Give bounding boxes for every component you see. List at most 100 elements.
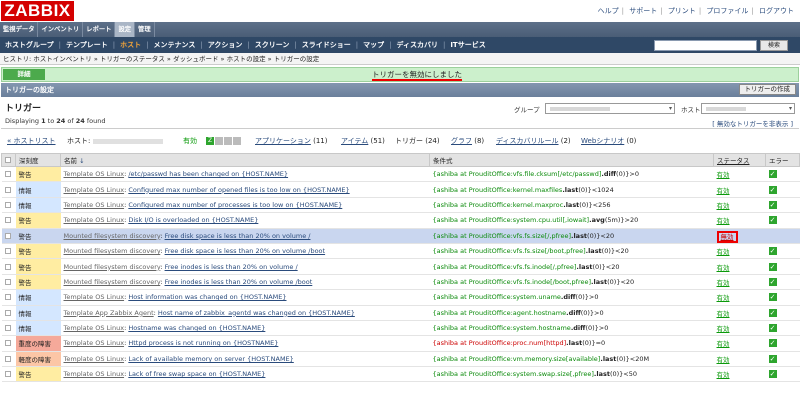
trigger-name-link[interactable]: Free disk space is less than 20% on volu… (165, 247, 326, 255)
template-link[interactable]: Template OS Linux (64, 201, 125, 209)
web-scenarios-link[interactable]: Webシナリオ (581, 137, 624, 145)
expression-item[interactable]: {ashiba at ProuditOffice:vfs.fs.size[/bo… (433, 247, 586, 255)
row-checkbox[interactable] (1, 335, 16, 352)
expression-item[interactable]: {ashiba at ProuditOffice:vm.memory.size[… (433, 355, 601, 363)
print-link[interactable]: プリント (668, 7, 696, 15)
submenu-maintenance[interactable]: メンテナンス (148, 37, 200, 53)
submenu-discovery[interactable]: ディスカバリ (391, 37, 443, 53)
status-toggle[interactable]: 有効 (717, 340, 730, 348)
trigger-name-link[interactable]: Configured max number of opened files is… (128, 186, 349, 194)
submenu-slides[interactable]: スライドショー (297, 37, 356, 53)
row-checkbox[interactable] (1, 274, 16, 291)
trigger-name-link[interactable]: Free inodes is less than 20% on volume /… (165, 278, 313, 286)
expression-item[interactable]: {ashiba at ProuditOffice:vfs.fs.inode[/,… (433, 263, 577, 271)
name-header[interactable]: 名前 ↓ (60, 153, 430, 167)
host-select[interactable]: ▾ (701, 103, 795, 114)
row-checkbox[interactable] (1, 351, 16, 368)
row-checkbox[interactable] (1, 181, 16, 198)
applications-link[interactable]: アプリケーション (255, 137, 311, 145)
template-link[interactable]: Template OS Linux (64, 293, 125, 301)
search-button[interactable]: 検索 (760, 40, 788, 51)
template-link[interactable]: Template OS Linux (64, 216, 125, 224)
trigger-name-link[interactable]: Host name of zabbix_agentd was changed o… (158, 309, 355, 317)
status-toggle[interactable]: 有効 (717, 279, 730, 287)
trigger-name-link[interactable]: Free disk space is less than 20% on volu… (165, 232, 311, 240)
group-select[interactable]: ▾ (545, 103, 675, 114)
trigger-name-link[interactable]: Hostname was changed on {HOST.NAME} (128, 324, 265, 332)
hide-disabled-triggers-link[interactable]: [ 無効なトリガーを非表示 ] (712, 118, 793, 128)
template-link[interactable]: Mounted filesystem discovery (64, 278, 161, 286)
graphs-link[interactable]: グラフ (451, 137, 472, 145)
menu-monitoring[interactable]: 監視データ (0, 22, 39, 37)
status-toggle[interactable]: 有効 (717, 294, 730, 302)
status-toggle[interactable]: 有効 (717, 187, 730, 195)
template-link[interactable]: Template OS Linux (64, 324, 125, 332)
template-link[interactable]: Template OS Linux (64, 355, 125, 363)
row-checkbox[interactable] (1, 243, 16, 260)
template-link[interactable]: Mounted filesystem discovery (64, 247, 161, 255)
status-toggle[interactable]: 有効 (717, 356, 730, 364)
zabbix-logo[interactable]: ZABBIX (1, 1, 74, 21)
trigger-name-link[interactable]: Configured max number of processes is to… (128, 201, 342, 209)
submenu-hosts[interactable]: ホスト (115, 37, 146, 53)
row-checkbox[interactable] (1, 166, 16, 183)
select-all-checkbox[interactable] (1, 153, 16, 167)
expression-item[interactable]: {ashiba at ProuditOffice:vfs.fs.size[/,p… (433, 232, 571, 240)
expression-item[interactable]: {ashiba at ProuditOffice:kernel.maxproc (433, 201, 564, 209)
submenu-screens[interactable]: スクリーン (250, 37, 295, 53)
expression-item[interactable]: {ashiba at ProuditOffice:system.hostname (433, 324, 571, 332)
template-link[interactable]: Template OS Linux (64, 170, 125, 178)
expression-item[interactable]: {ashiba at ProuditOffice:system.swap.siz… (433, 370, 594, 378)
expression-item[interactable]: {ashiba at ProuditOffice:proc.num[httpd] (433, 339, 567, 347)
template-link[interactable]: Template OS Linux (64, 339, 125, 347)
template-link[interactable]: Mounted filesystem discovery (64, 263, 161, 271)
expression-item[interactable]: {ashiba at ProuditOffice:vfs.file.cksum[… (433, 170, 602, 178)
status-toggle[interactable]: 有効 (717, 264, 730, 272)
submenu-actions[interactable]: アクション (203, 37, 248, 53)
status-toggle[interactable]: 無効 (716, 230, 738, 243)
row-checkbox[interactable] (1, 305, 16, 321)
trigger-name-link[interactable]: Lack of free swap space on {HOST.NAME} (128, 370, 265, 378)
row-checkbox[interactable] (1, 366, 16, 383)
support-link[interactable]: サポート (629, 7, 657, 15)
trigger-name-link[interactable]: Httpd process is not running on {HOSTNAM… (128, 339, 278, 347)
trigger-name-link[interactable]: Lack of available memory on server {HOST… (128, 355, 293, 363)
expression-item[interactable]: {ashiba at ProuditOffice:agent.hostname (433, 309, 567, 317)
row-checkbox[interactable] (1, 212, 16, 229)
row-checkbox[interactable] (1, 320, 16, 337)
submenu-host-groups[interactable]: ホストグループ (0, 37, 59, 53)
status-toggle[interactable]: 有効 (717, 217, 730, 225)
menu-configuration[interactable]: 設定 (115, 22, 136, 37)
row-checkbox[interactable] (1, 289, 16, 306)
template-link[interactable]: Mounted filesystem discovery (64, 232, 161, 240)
message-details-button[interactable]: 詳細 (3, 69, 45, 80)
discovery-rules-link[interactable]: ディスカバリルール (496, 137, 559, 145)
status-toggle[interactable]: 有効 (717, 310, 730, 318)
submenu-it-services[interactable]: ITサービス (445, 37, 490, 53)
status-header[interactable]: ステータス (713, 153, 766, 167)
menu-inventory[interactable]: インベントリ (38, 22, 84, 37)
row-checkbox[interactable] (1, 258, 16, 275)
status-toggle[interactable]: 有効 (717, 171, 730, 179)
submenu-templates[interactable]: テンプレート (61, 37, 113, 53)
status-toggle[interactable]: 有効 (717, 202, 730, 210)
row-checkbox[interactable] (1, 197, 16, 214)
status-toggle[interactable]: 有効 (717, 248, 730, 256)
expression-item[interactable]: {ashiba at ProuditOffice:vfs.fs.inode[/b… (433, 278, 592, 286)
severity-header[interactable]: 深刻度 (15, 153, 61, 167)
profile-link[interactable]: プロファイル (706, 7, 748, 15)
status-toggle[interactable]: 有効 (717, 325, 730, 333)
trigger-name-link[interactable]: Disk I/O is overloaded on {HOST.NAME} (128, 216, 258, 224)
help-link[interactable]: ヘルプ (598, 7, 619, 15)
submenu-maps[interactable]: マップ (358, 37, 389, 53)
trigger-name-link[interactable]: Host information was changed on {HOST.NA… (128, 293, 286, 301)
items-link[interactable]: アイテム (341, 137, 368, 145)
row-checkbox[interactable] (1, 228, 16, 244)
menu-administration[interactable]: 管理 (135, 22, 155, 37)
expression-item[interactable]: {ashiba at ProuditOffice:kernel.maxfiles (433, 186, 563, 194)
status-toggle[interactable]: 有効 (717, 371, 730, 379)
expression-item[interactable]: {ashiba at ProuditOffice:system.uname (433, 293, 561, 301)
template-link[interactable]: Template OS Linux (64, 186, 125, 194)
template-link[interactable]: Template OS Linux (64, 370, 125, 378)
trigger-name-link[interactable]: /etc/passwd has been changed on {HOST.NA… (128, 170, 288, 178)
